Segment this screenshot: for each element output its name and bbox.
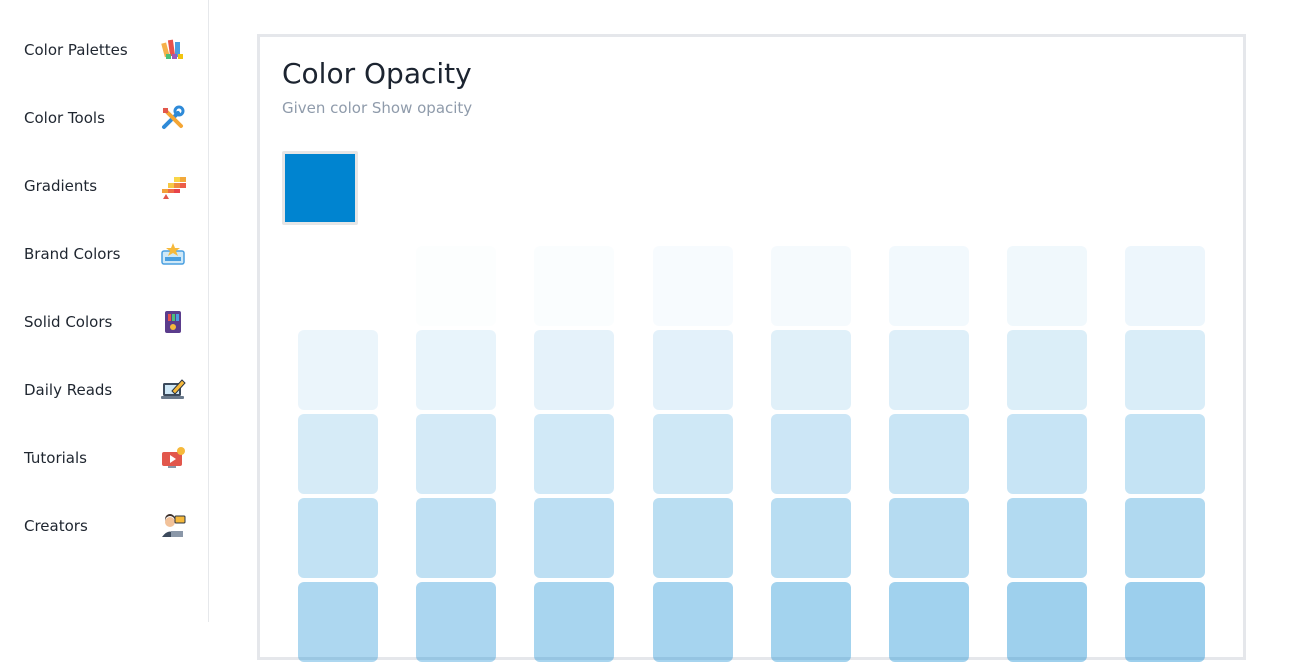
sidebar-item-daily-reads[interactable]: Daily Reads [24, 370, 186, 410]
sidebar-item-creators[interactable]: Creators [24, 506, 186, 546]
opacity-swatch[interactable] [534, 414, 614, 494]
opacity-swatch[interactable] [534, 330, 614, 410]
video-icon [162, 447, 185, 468]
opacity-swatch[interactable] [416, 498, 496, 578]
sidebar-item-solid-colors[interactable]: Solid Colors [24, 302, 186, 342]
opacity-swatch[interactable] [534, 246, 614, 326]
opacity-swatch[interactable] [889, 498, 969, 578]
opacity-swatch[interactable] [771, 498, 851, 578]
sidebar-item-label: Gradients [24, 177, 98, 195]
creator-icon [162, 514, 186, 537]
brand-icon [161, 243, 185, 265]
opacity-swatch[interactable] [653, 582, 733, 662]
opacity-swatch[interactable] [534, 498, 614, 578]
opacity-swatch[interactable] [1125, 246, 1205, 326]
opacity-swatch[interactable] [889, 330, 969, 410]
gradient-icon [162, 177, 186, 199]
opacity-swatch[interactable] [653, 330, 733, 410]
sidebar-item-label: Brand Colors [24, 245, 121, 263]
palette-icon [161, 39, 183, 59]
opacity-swatch[interactable] [653, 246, 733, 326]
opacity-swatch[interactable] [889, 414, 969, 494]
opacity-swatch[interactable] [298, 498, 378, 578]
opacity-swatch[interactable] [1125, 582, 1205, 662]
opacity-swatch[interactable] [1007, 414, 1087, 494]
sidebar-item-label: Solid Colors [24, 313, 113, 331]
opacity-swatch[interactable] [771, 414, 851, 494]
opacity-swatch[interactable] [298, 582, 378, 662]
sidebar-item-color-tools[interactable]: Color Tools [24, 98, 186, 138]
page-title: Color Opacity [282, 57, 472, 90]
opacity-swatch[interactable] [771, 246, 851, 326]
opacity-swatch[interactable] [771, 330, 851, 410]
opacity-swatch[interactable] [1007, 330, 1087, 410]
opacity-swatch[interactable] [416, 330, 496, 410]
base-color-swatch[interactable] [282, 151, 358, 225]
opacity-swatch[interactable] [653, 414, 733, 494]
sidebar-item-tutorials[interactable]: Tutorials [24, 438, 186, 478]
sidebar-item-brand-colors[interactable]: Brand Colors [24, 234, 186, 274]
opacity-swatch[interactable] [298, 414, 378, 494]
laptop-edit-icon [161, 379, 186, 399]
opacity-swatch[interactable] [1125, 498, 1205, 578]
sidebar-item-color-palettes[interactable]: Color Palettes [24, 30, 186, 70]
sidebar-item-label: Tutorials [24, 449, 87, 467]
opacity-swatch[interactable] [889, 582, 969, 662]
sidebar-item-gradients[interactable]: Gradients [24, 166, 186, 206]
opacity-swatch[interactable] [1125, 330, 1205, 410]
opacity-swatch[interactable] [416, 246, 496, 326]
solid-colors-icon [165, 311, 181, 333]
tools-icon [162, 105, 185, 129]
sidebar: Color Palettes Color Tools Gradients Bra… [0, 0, 209, 622]
color-opacity-card: Color Opacity Given color Show opacity [257, 34, 1246, 662]
sidebar-item-label: Color Palettes [24, 41, 128, 59]
base-color-fill [285, 154, 355, 222]
sidebar-item-label: Daily Reads [24, 381, 113, 399]
opacity-swatch[interactable] [1007, 498, 1087, 578]
opacity-swatch[interactable] [1007, 246, 1087, 326]
opacity-swatch[interactable] [889, 246, 969, 326]
opacity-swatch[interactable] [771, 582, 851, 662]
opacity-swatch[interactable] [298, 330, 378, 410]
opacity-swatch[interactable] [298, 246, 378, 326]
opacity-swatch[interactable] [1007, 582, 1087, 662]
page-subtitle: Given color Show opacity [282, 99, 473, 117]
sidebar-item-label: Color Tools [24, 109, 105, 127]
opacity-swatch[interactable] [416, 414, 496, 494]
opacity-swatch[interactable] [534, 582, 614, 662]
opacity-swatch[interactable] [653, 498, 733, 578]
opacity-swatch[interactable] [1125, 414, 1205, 494]
sidebar-item-label: Creators [24, 517, 88, 535]
opacity-swatch[interactable] [416, 582, 496, 662]
